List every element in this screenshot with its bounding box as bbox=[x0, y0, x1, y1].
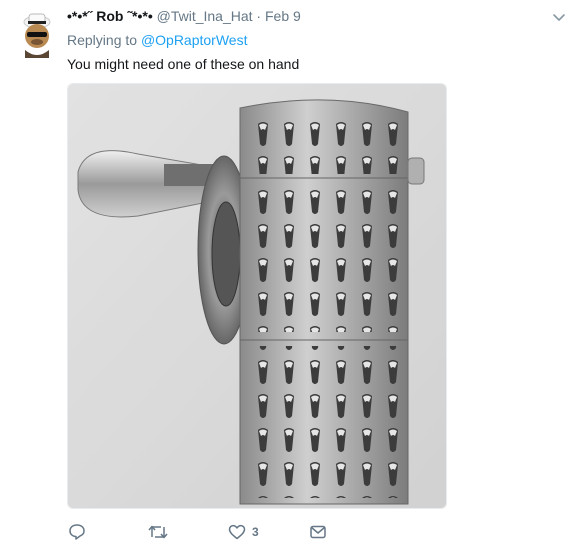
tweet-image[interactable] bbox=[67, 83, 447, 509]
display-name[interactable]: •*•*˝ Rob ˜*•*• bbox=[67, 8, 153, 24]
reply-icon bbox=[68, 523, 86, 541]
tweet-text: You might need one of these on hand bbox=[67, 56, 300, 72]
retweet-icon bbox=[148, 523, 168, 541]
like-count: 3 bbox=[252, 525, 259, 539]
tweet-header: •*•*˝ Rob ˜*•*• @Twit_Ina_Hat · Feb 9 bbox=[67, 7, 301, 25]
message-icon bbox=[309, 523, 327, 541]
replying-to: Replying to @OpRaptorWest bbox=[67, 31, 247, 49]
chevron-down-icon[interactable] bbox=[552, 10, 566, 24]
direct-message-button[interactable] bbox=[309, 521, 333, 543]
separator: · bbox=[256, 8, 262, 24]
reply-button[interactable] bbox=[68, 521, 92, 543]
tweet-actions: 3 bbox=[0, 521, 578, 543]
reply-mention[interactable]: @OpRaptorWest bbox=[141, 32, 248, 48]
reply-prefix: Replying to bbox=[67, 32, 138, 48]
retweet-button[interactable] bbox=[148, 521, 174, 543]
avatar[interactable] bbox=[16, 10, 58, 58]
avatar-image bbox=[23, 13, 51, 58]
like-button[interactable]: 3 bbox=[228, 521, 259, 543]
heart-icon bbox=[228, 523, 246, 541]
user-handle[interactable]: @Twit_Ina_Hat bbox=[157, 8, 253, 24]
grater-toilet-roll-image bbox=[68, 84, 446, 508]
timestamp[interactable]: Feb 9 bbox=[265, 8, 301, 24]
